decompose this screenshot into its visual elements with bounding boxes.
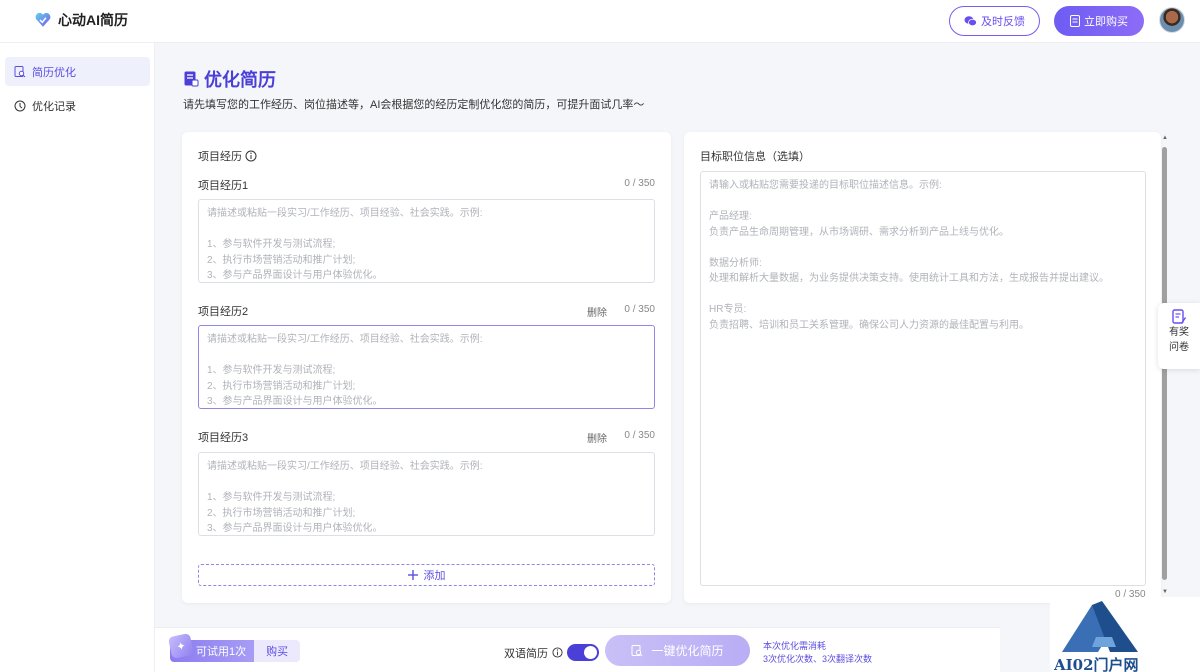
one-click-optimize-button[interactable]: 一键优化简历	[605, 635, 750, 666]
watermark-text: AI02门户网	[1054, 656, 1139, 672]
cost-line-2: 3次优化次数、3次翻译次数	[763, 654, 873, 664]
receipt-icon	[1070, 15, 1080, 27]
project-1-label: 项目经历1	[198, 180, 249, 192]
feedback-button[interactable]: 及时反馈	[949, 6, 1040, 36]
sparkle-icon: ✦	[167, 632, 195, 660]
project-section-title: 项目经历	[198, 148, 257, 164]
scroll-up-arrow[interactable]: ▲	[1162, 135, 1168, 141]
project-section-title-text: 项目经历	[198, 151, 242, 163]
bilingual-resume-option: 双语简历	[504, 644, 599, 661]
resume-icon	[184, 71, 199, 87]
project-3-delete-button[interactable]: 删除	[587, 430, 607, 445]
project-3-count: 0 / 350	[624, 430, 655, 441]
add-project-button[interactable]: 添加	[198, 564, 655, 586]
user-avatar[interactable]	[1159, 7, 1185, 33]
project-2-delete-button[interactable]: 删除	[587, 304, 607, 319]
survey-label-line2: 问卷	[1169, 342, 1189, 353]
bilingual-label: 双语简历	[504, 647, 548, 660]
sidebar-item-resume-optimize[interactable]: 简历优化	[5, 57, 150, 86]
resume-search-icon	[631, 644, 643, 656]
project-2-count: 0 / 350	[624, 304, 655, 315]
info-icon[interactable]	[245, 150, 257, 162]
scroll-down-arrow[interactable]: ▼	[1162, 589, 1168, 595]
project-3-label: 项目经历3	[198, 432, 249, 444]
survey-label-line1: 有奖	[1169, 327, 1189, 338]
survey-float-button[interactable]: 有奖 问卷	[1158, 303, 1200, 369]
page-title-text: 优化简历	[204, 70, 276, 90]
cost-line-1: 本次优化需消耗	[763, 641, 827, 651]
optimize-label: 一键优化简历	[651, 644, 724, 658]
project-1-count: 0 / 350	[624, 178, 655, 189]
buy-now-label: 立即购买	[1084, 16, 1128, 28]
add-project-label: 添加	[423, 570, 446, 582]
heart-logo-icon	[35, 12, 51, 27]
buy-now-button[interactable]: 立即购买	[1054, 6, 1144, 36]
wechat-icon	[964, 16, 977, 27]
bilingual-toggle[interactable]	[567, 644, 599, 661]
history-icon	[14, 100, 26, 111]
project-3-textarea[interactable]: 请描述或粘贴一段实习/工作经历、项目经验、社会实践。示例: 1、参与软件开发与测…	[198, 452, 655, 536]
target-position-card: 目标职位信息（选填） 请输入或粘贴您需要投递的目标职位描述信息。示例: 产品经理…	[684, 132, 1161, 603]
sidebar-item-label: 简历优化	[32, 66, 76, 79]
target-section-title: 目标职位信息（选填）	[700, 151, 810, 163]
resume-search-icon	[14, 65, 26, 77]
project-2-textarea[interactable]: 请描述或粘贴一段实习/工作经历、项目经验、社会实践。示例: 1、参与软件开发与测…	[198, 325, 655, 409]
project-2-label: 项目经历2	[198, 306, 249, 318]
target-position-textarea[interactable]: 请输入或粘贴您需要投递的目标职位描述信息。示例: 产品经理: 负责产品生命周期管…	[700, 171, 1146, 586]
app-name: 心动AI简历	[58, 12, 128, 28]
plus-icon	[407, 570, 418, 580]
app-logo[interactable]: 心动AI简历	[34, 10, 128, 30]
project-1-textarea[interactable]: 请描述或粘贴一段实习/工作经历、项目经验、社会实践。示例: 1、参与软件开发与测…	[198, 199, 655, 283]
sidebar: 简历优化 优化记录	[0, 43, 155, 672]
trial-buy-button[interactable]: 购买	[254, 640, 301, 662]
sidebar-item-label: 优化记录	[32, 100, 76, 113]
project-experience-card: 项目经历 项目经历1 0 / 350 请描述或粘贴一段实习/工作经历、项目经验、…	[182, 132, 671, 603]
cost-info: 本次优化需消耗 3次优化次数、3次翻译次数	[763, 640, 872, 666]
survey-icon	[1172, 309, 1186, 324]
trial-label: 可试用1次	[196, 646, 247, 658]
sidebar-item-optimize-history[interactable]: 优化记录	[5, 91, 150, 120]
page-subtitle: 请先填写您的工作经历、岗位描述等，AI会根据您的经历定制优化您的简历，可提升面试…	[183, 99, 645, 111]
feedback-label: 及时反馈	[981, 16, 1025, 28]
page-title: 优化简历	[184, 66, 276, 92]
trial-badge: ✦ 可试用1次	[167, 632, 255, 662]
info-icon[interactable]	[552, 647, 563, 658]
watermark-mountain-icon	[1062, 601, 1138, 652]
trial-chip: ✦ 可试用1次 购买	[167, 632, 301, 662]
